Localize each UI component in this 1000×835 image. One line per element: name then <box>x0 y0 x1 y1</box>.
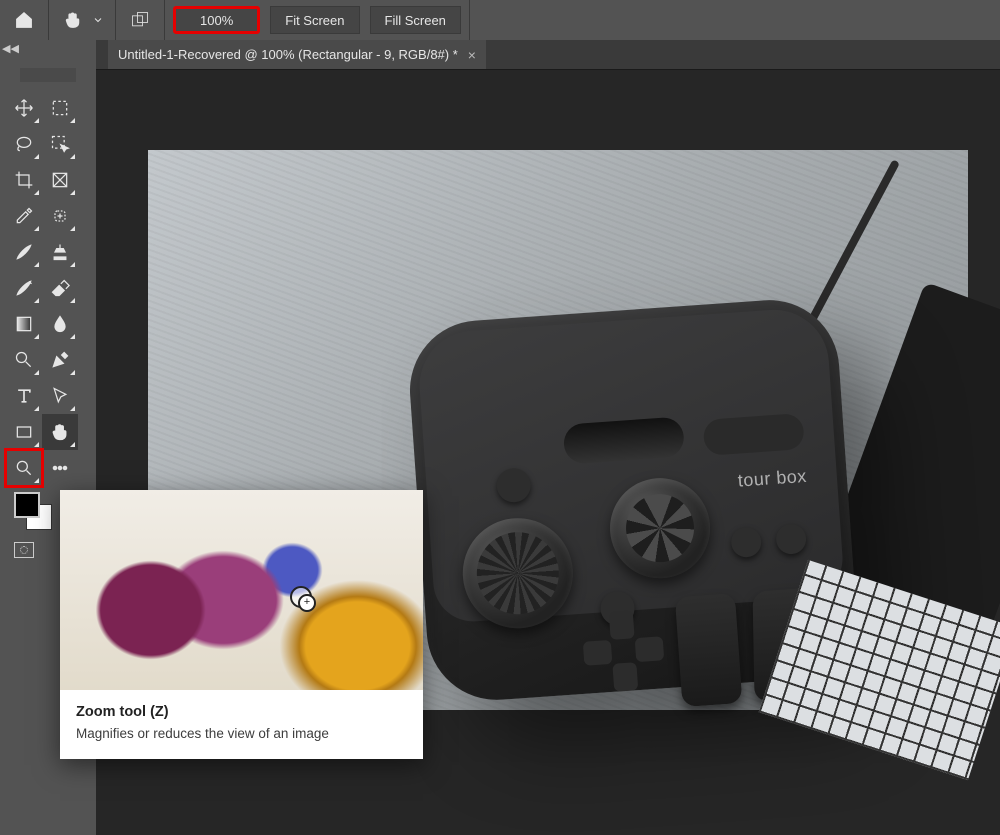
eraser-tool[interactable] <box>42 270 78 306</box>
edit-toolbar[interactable] <box>42 450 78 486</box>
crop-tool[interactable] <box>6 162 42 198</box>
tooltip-title: Zoom tool (Z) <box>76 704 407 720</box>
hand-tool[interactable] <box>42 414 78 450</box>
clone-stamp-tool[interactable] <box>42 234 78 270</box>
more-icon <box>50 458 70 478</box>
scroll-all-windows[interactable] <box>124 4 156 36</box>
tools-panel <box>0 40 96 486</box>
dodge-tool[interactable] <box>6 342 42 378</box>
spot-heal-tool[interactable] <box>42 198 78 234</box>
move-tool[interactable] <box>6 90 42 126</box>
document-tab[interactable]: Untitled-1-Recovered @ 100% (Rectangular… <box>108 40 486 69</box>
zoom-cursor-icon <box>290 586 312 608</box>
zoom-tool-tooltip: Zoom tool (Z) Magnifies or reduces the v… <box>60 490 423 759</box>
path-select-tool[interactable] <box>42 378 78 414</box>
frame-tool[interactable] <box>42 162 78 198</box>
collapse-toolbox[interactable]: ◀◀ <box>2 42 19 55</box>
quick-mask-toggle[interactable] <box>14 542 34 558</box>
rectangle-tool[interactable] <box>6 414 42 450</box>
object-select-tool[interactable] <box>42 126 78 162</box>
history-brush-tool[interactable] <box>6 270 42 306</box>
fill-screen-button[interactable]: Fill Screen <box>370 6 461 34</box>
hand-tool-preset[interactable] <box>57 4 89 36</box>
home-icon <box>14 10 34 30</box>
tool-preset-dropdown[interactable] <box>89 4 107 36</box>
close-tab-icon[interactable]: × <box>468 47 476 63</box>
brush-tool[interactable] <box>6 234 42 270</box>
zoom-tool[interactable] <box>6 450 42 486</box>
tooltip-description: Magnifies or reduces the view of an imag… <box>76 726 407 741</box>
windows-icon <box>130 10 150 30</box>
zoom-100-button[interactable]: 100% <box>173 6 260 34</box>
zoom-icon <box>14 458 34 478</box>
hand-icon <box>63 10 83 30</box>
gradient-tool[interactable] <box>6 306 42 342</box>
product-brand-label: tour box <box>737 468 807 490</box>
document-tab-title: Untitled-1-Recovered @ 100% (Rectangular… <box>118 47 458 62</box>
eyedropper-tool[interactable] <box>6 198 42 234</box>
marquee-tool[interactable] <box>42 90 78 126</box>
chevron-down-icon <box>92 14 104 26</box>
foreground-color-swatch[interactable] <box>14 492 40 518</box>
options-bar: 100% Fit Screen Fill Screen <box>0 0 1000 40</box>
blur-tool[interactable] <box>42 306 78 342</box>
lasso-tool[interactable] <box>6 126 42 162</box>
pen-tool[interactable] <box>42 342 78 378</box>
type-tool[interactable] <box>6 378 42 414</box>
home-button[interactable] <box>8 4 40 36</box>
foreground-background-swatches[interactable] <box>14 492 52 530</box>
fit-screen-button[interactable]: Fit Screen <box>270 6 359 34</box>
tooltip-preview-image <box>60 490 423 690</box>
document-tab-bar: Untitled-1-Recovered @ 100% (Rectangular… <box>96 40 1000 70</box>
